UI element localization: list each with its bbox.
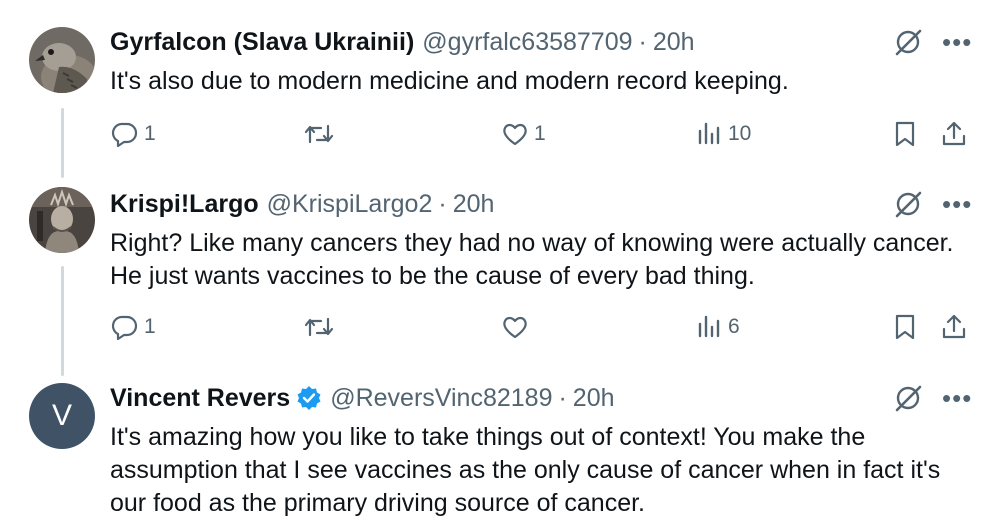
share-button[interactable] bbox=[940, 310, 968, 344]
share-icon bbox=[942, 121, 966, 146]
reply-count: 1 bbox=[144, 315, 156, 338]
tweet-gyrfalcon[interactable]: Gyrfalcon (Slava Ukrainii) @gyrfalc63587… bbox=[0, 25, 1000, 175]
grok-icon bbox=[895, 385, 922, 412]
verified-badge-icon bbox=[297, 386, 321, 410]
separator: · bbox=[558, 383, 567, 412]
handle[interactable]: @KrispiLargo2 bbox=[267, 190, 433, 219]
timestamp[interactable]: 20h bbox=[653, 28, 695, 57]
statue-avatar-image bbox=[29, 187, 95, 253]
tweet-krispilargo[interactable]: Krispi!Largo @KrispiLargo2 · 20h ••• Rig… bbox=[0, 187, 1000, 357]
like-icon bbox=[503, 123, 527, 146]
grok-button[interactable] bbox=[893, 25, 923, 59]
tweet-vincent-revers[interactable]: V Vincent Revers @ReversVinc82189 · 20h … bbox=[0, 381, 1000, 528]
share-button[interactable] bbox=[940, 117, 968, 151]
views-button[interactable]: 6 bbox=[696, 310, 740, 344]
like-count: 1 bbox=[534, 122, 546, 145]
more-icon[interactable]: ••• bbox=[942, 381, 972, 415]
like-button[interactable] bbox=[500, 310, 534, 344]
views-icon bbox=[698, 122, 720, 145]
grok-icon bbox=[895, 29, 922, 56]
bookmark-icon bbox=[895, 314, 915, 340]
views-icon bbox=[698, 315, 720, 338]
retweet-icon bbox=[304, 317, 334, 337]
retweet-button[interactable] bbox=[303, 310, 339, 344]
timestamp[interactable]: 20h bbox=[453, 190, 495, 219]
display-name[interactable]: Gyrfalcon (Slava Ukrainii) bbox=[110, 28, 414, 57]
tweet-text: Right? Like many cancers they had no way… bbox=[110, 229, 954, 290]
reply-button[interactable]: 1 bbox=[110, 310, 156, 344]
view-count: 6 bbox=[728, 315, 740, 338]
like-button[interactable]: 1 bbox=[500, 117, 546, 151]
reply-icon bbox=[111, 315, 138, 341]
display-name[interactable]: Krispi!Largo bbox=[110, 190, 259, 219]
view-count: 10 bbox=[728, 122, 752, 145]
retweet-icon bbox=[304, 124, 334, 144]
avatar[interactable]: V bbox=[29, 383, 95, 449]
separator: · bbox=[438, 189, 447, 218]
bookmark-button[interactable] bbox=[892, 310, 918, 344]
handle[interactable]: @ReversVinc82189 bbox=[330, 384, 552, 413]
bookmark-icon bbox=[895, 121, 915, 147]
avatar[interactable] bbox=[29, 187, 95, 253]
handle[interactable]: @gyrfalc63587709 bbox=[422, 28, 632, 57]
bookmark-button[interactable] bbox=[892, 117, 918, 151]
reply-icon bbox=[111, 122, 138, 148]
retweet-button[interactable] bbox=[303, 117, 339, 151]
more-icon[interactable]: ••• bbox=[942, 25, 972, 59]
reply-button[interactable]: 1 bbox=[110, 117, 156, 151]
tweet-text: It's amazing how you like to take things… bbox=[110, 423, 941, 517]
timestamp[interactable]: 20h bbox=[573, 384, 615, 413]
grok-button[interactable] bbox=[893, 187, 923, 221]
views-button[interactable]: 10 bbox=[696, 117, 751, 151]
display-name[interactable]: Vincent Revers bbox=[110, 384, 290, 413]
reply-count: 1 bbox=[144, 122, 156, 145]
more-icon[interactable]: ••• bbox=[942, 187, 972, 221]
like-icon bbox=[503, 316, 527, 339]
falcon-avatar-image bbox=[29, 27, 95, 93]
grok-icon bbox=[895, 191, 922, 218]
grok-button[interactable] bbox=[893, 381, 923, 415]
separator: · bbox=[638, 27, 647, 56]
share-icon bbox=[942, 314, 966, 339]
avatar[interactable] bbox=[29, 27, 95, 93]
avatar-letter: V bbox=[51, 399, 72, 432]
tweet-text: It's also due to modern medicine and mod… bbox=[110, 67, 789, 95]
